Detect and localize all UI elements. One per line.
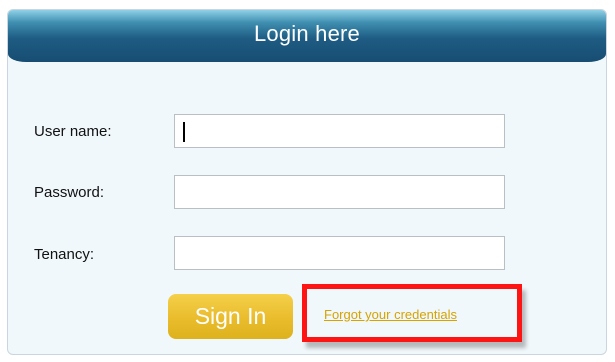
- login-title: Login here: [254, 21, 360, 46]
- text-cursor: [183, 122, 185, 142]
- username-label: User name:: [34, 123, 112, 140]
- tenancy-field[interactable]: [174, 236, 505, 270]
- password-label: Password:: [34, 184, 105, 201]
- username-field[interactable]: [174, 114, 505, 148]
- forgot-credentials-link[interactable]: Forgot your credentials: [324, 307, 457, 323]
- tenancy-label: Tenancy:: [34, 246, 95, 263]
- login-header: Login here: [8, 10, 606, 62]
- sign-in-button[interactable]: Sign In: [168, 294, 293, 339]
- login-panel: Login here User name: Password: Tenancy:…: [7, 9, 607, 355]
- password-field[interactable]: [174, 175, 505, 209]
